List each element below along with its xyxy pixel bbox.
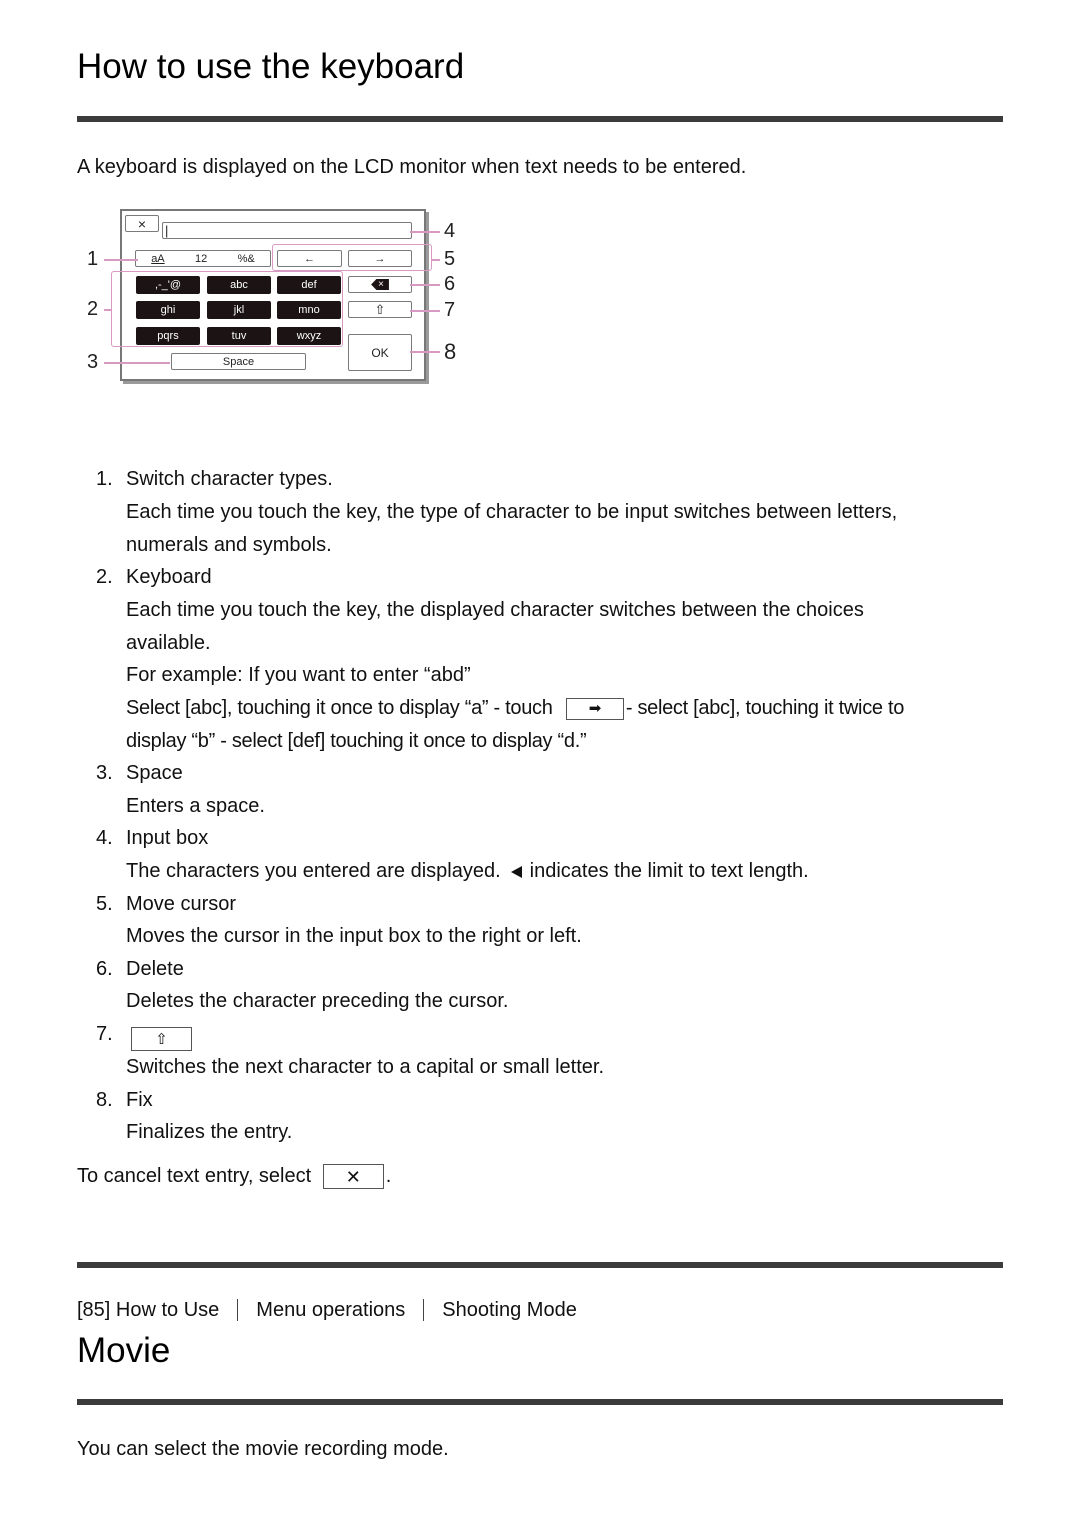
shift-key: ⇧ xyxy=(348,301,412,318)
close-key: × xyxy=(125,215,159,232)
cancel-text: To cancel text entry, select ✕. xyxy=(77,1163,392,1190)
list-item-title: Delete xyxy=(126,958,184,980)
callout-line-5 xyxy=(432,259,440,261)
list-item-desc: Switches the next character to a capital… xyxy=(126,1056,604,1078)
shift-icon: ⇧ xyxy=(131,1027,192,1051)
callout-line-6 xyxy=(410,284,440,286)
breadcrumb-separator xyxy=(237,1299,239,1321)
list-item-desc: For example: If you want to enter “abd” xyxy=(126,664,471,686)
space-key: Space xyxy=(171,353,306,370)
callout-line-3 xyxy=(104,362,170,364)
limit-triangle-icon xyxy=(510,865,522,878)
list-item-title: Fix xyxy=(126,1089,153,1111)
callout-line-7 xyxy=(410,310,440,312)
keyboard-highlight xyxy=(111,271,343,347)
char-type-symbols: %& xyxy=(237,252,255,265)
list-item-desc: Moves the cursor in the input box to the… xyxy=(126,925,582,947)
list-item-title: Keyboard xyxy=(126,566,212,588)
char-type-letters: aA xyxy=(151,252,165,265)
callout-line-8 xyxy=(410,351,440,353)
section-divider xyxy=(77,1262,1003,1268)
input-box-desc-b: indicates the limit to text length. xyxy=(529,860,809,882)
input-box: | xyxy=(162,222,412,239)
page-title: How to use the keyboard xyxy=(77,47,465,86)
list-number: 4. xyxy=(96,827,113,849)
delete-key: × xyxy=(348,276,412,293)
move-cursor-highlight xyxy=(272,244,432,271)
input-box-desc-a: The characters you entered are displayed… xyxy=(126,860,501,882)
list-item-desc: numerals and symbols. xyxy=(126,534,332,556)
list-item-title: Input box xyxy=(126,827,209,849)
list-item-example: display “b” - select [def] touching it o… xyxy=(126,730,587,752)
list-number: 8. xyxy=(96,1089,113,1111)
movie-title: Movie xyxy=(77,1331,171,1370)
list-item-desc: Enters a space. xyxy=(126,795,265,817)
char-type-key: aA 12 %& xyxy=(135,250,271,267)
cancel-label: To cancel text entry, select xyxy=(77,1165,312,1187)
backspace-icon: × xyxy=(371,279,389,290)
char-type-numerals: 12 xyxy=(195,252,208,265)
movie-intro: You can select the movie recording mode. xyxy=(77,1438,449,1460)
breadcrumb-item[interactable]: Shooting Mode xyxy=(442,1297,577,1323)
list-item-title: Move cursor xyxy=(126,893,237,915)
breadcrumb: [85] How to Use Menu operations Shooting… xyxy=(77,1297,577,1323)
cancel-period: . xyxy=(385,1165,392,1187)
title-divider xyxy=(77,116,1003,122)
breadcrumb-separator xyxy=(423,1299,425,1321)
callout-line-2 xyxy=(104,309,112,311)
close-icon: ✕ xyxy=(322,1164,384,1190)
callout-4: 4 xyxy=(444,220,456,242)
movie-divider xyxy=(77,1399,1003,1405)
list-item-title: Switch character types. xyxy=(126,468,333,490)
example-text-a: Select [abc], touching it once to displa… xyxy=(126,697,553,719)
list-item-desc: available. xyxy=(126,632,211,654)
list-item-desc: The characters you entered are displayed… xyxy=(126,858,809,884)
list-number: 1. xyxy=(96,468,113,490)
callout-5: 5 xyxy=(444,248,456,270)
breadcrumb-item[interactable]: [85] How to Use xyxy=(77,1297,219,1323)
callout-7: 7 xyxy=(444,299,456,321)
list-item-title: Space xyxy=(126,762,183,784)
callout-1: 1 xyxy=(87,248,99,270)
ok-key: OK xyxy=(348,334,412,371)
list-number: 2. xyxy=(96,566,113,588)
list-item-desc: Each time you touch the key, the display… xyxy=(126,599,864,621)
callout-8: 8 xyxy=(444,339,457,364)
intro-text: A keyboard is displayed on the LCD monit… xyxy=(77,156,747,178)
breadcrumb-item[interactable]: Menu operations xyxy=(256,1297,405,1323)
callout-line-4 xyxy=(410,231,440,233)
callout-3: 3 xyxy=(87,351,99,373)
example-text-b: - select [abc], touching it twice to xyxy=(625,697,905,719)
list-number: 3. xyxy=(96,762,113,784)
callout-2: 2 xyxy=(87,298,99,320)
list-number: 5. xyxy=(96,893,113,915)
list-item-desc: Deletes the character preceding the curs… xyxy=(126,990,509,1012)
list-item-desc: Finalizes the entry. xyxy=(126,1121,293,1143)
arrow-right-icon: ➡ xyxy=(565,697,624,720)
callout-6: 6 xyxy=(444,273,456,295)
callout-line-1 xyxy=(104,259,138,261)
list-number: 6. xyxy=(96,958,113,980)
list-number: 7. xyxy=(96,1023,113,1045)
list-item-desc: Each time you touch the key, the type of… xyxy=(126,501,898,523)
list-item-example: Select [abc], touching it once to displa… xyxy=(126,695,904,721)
